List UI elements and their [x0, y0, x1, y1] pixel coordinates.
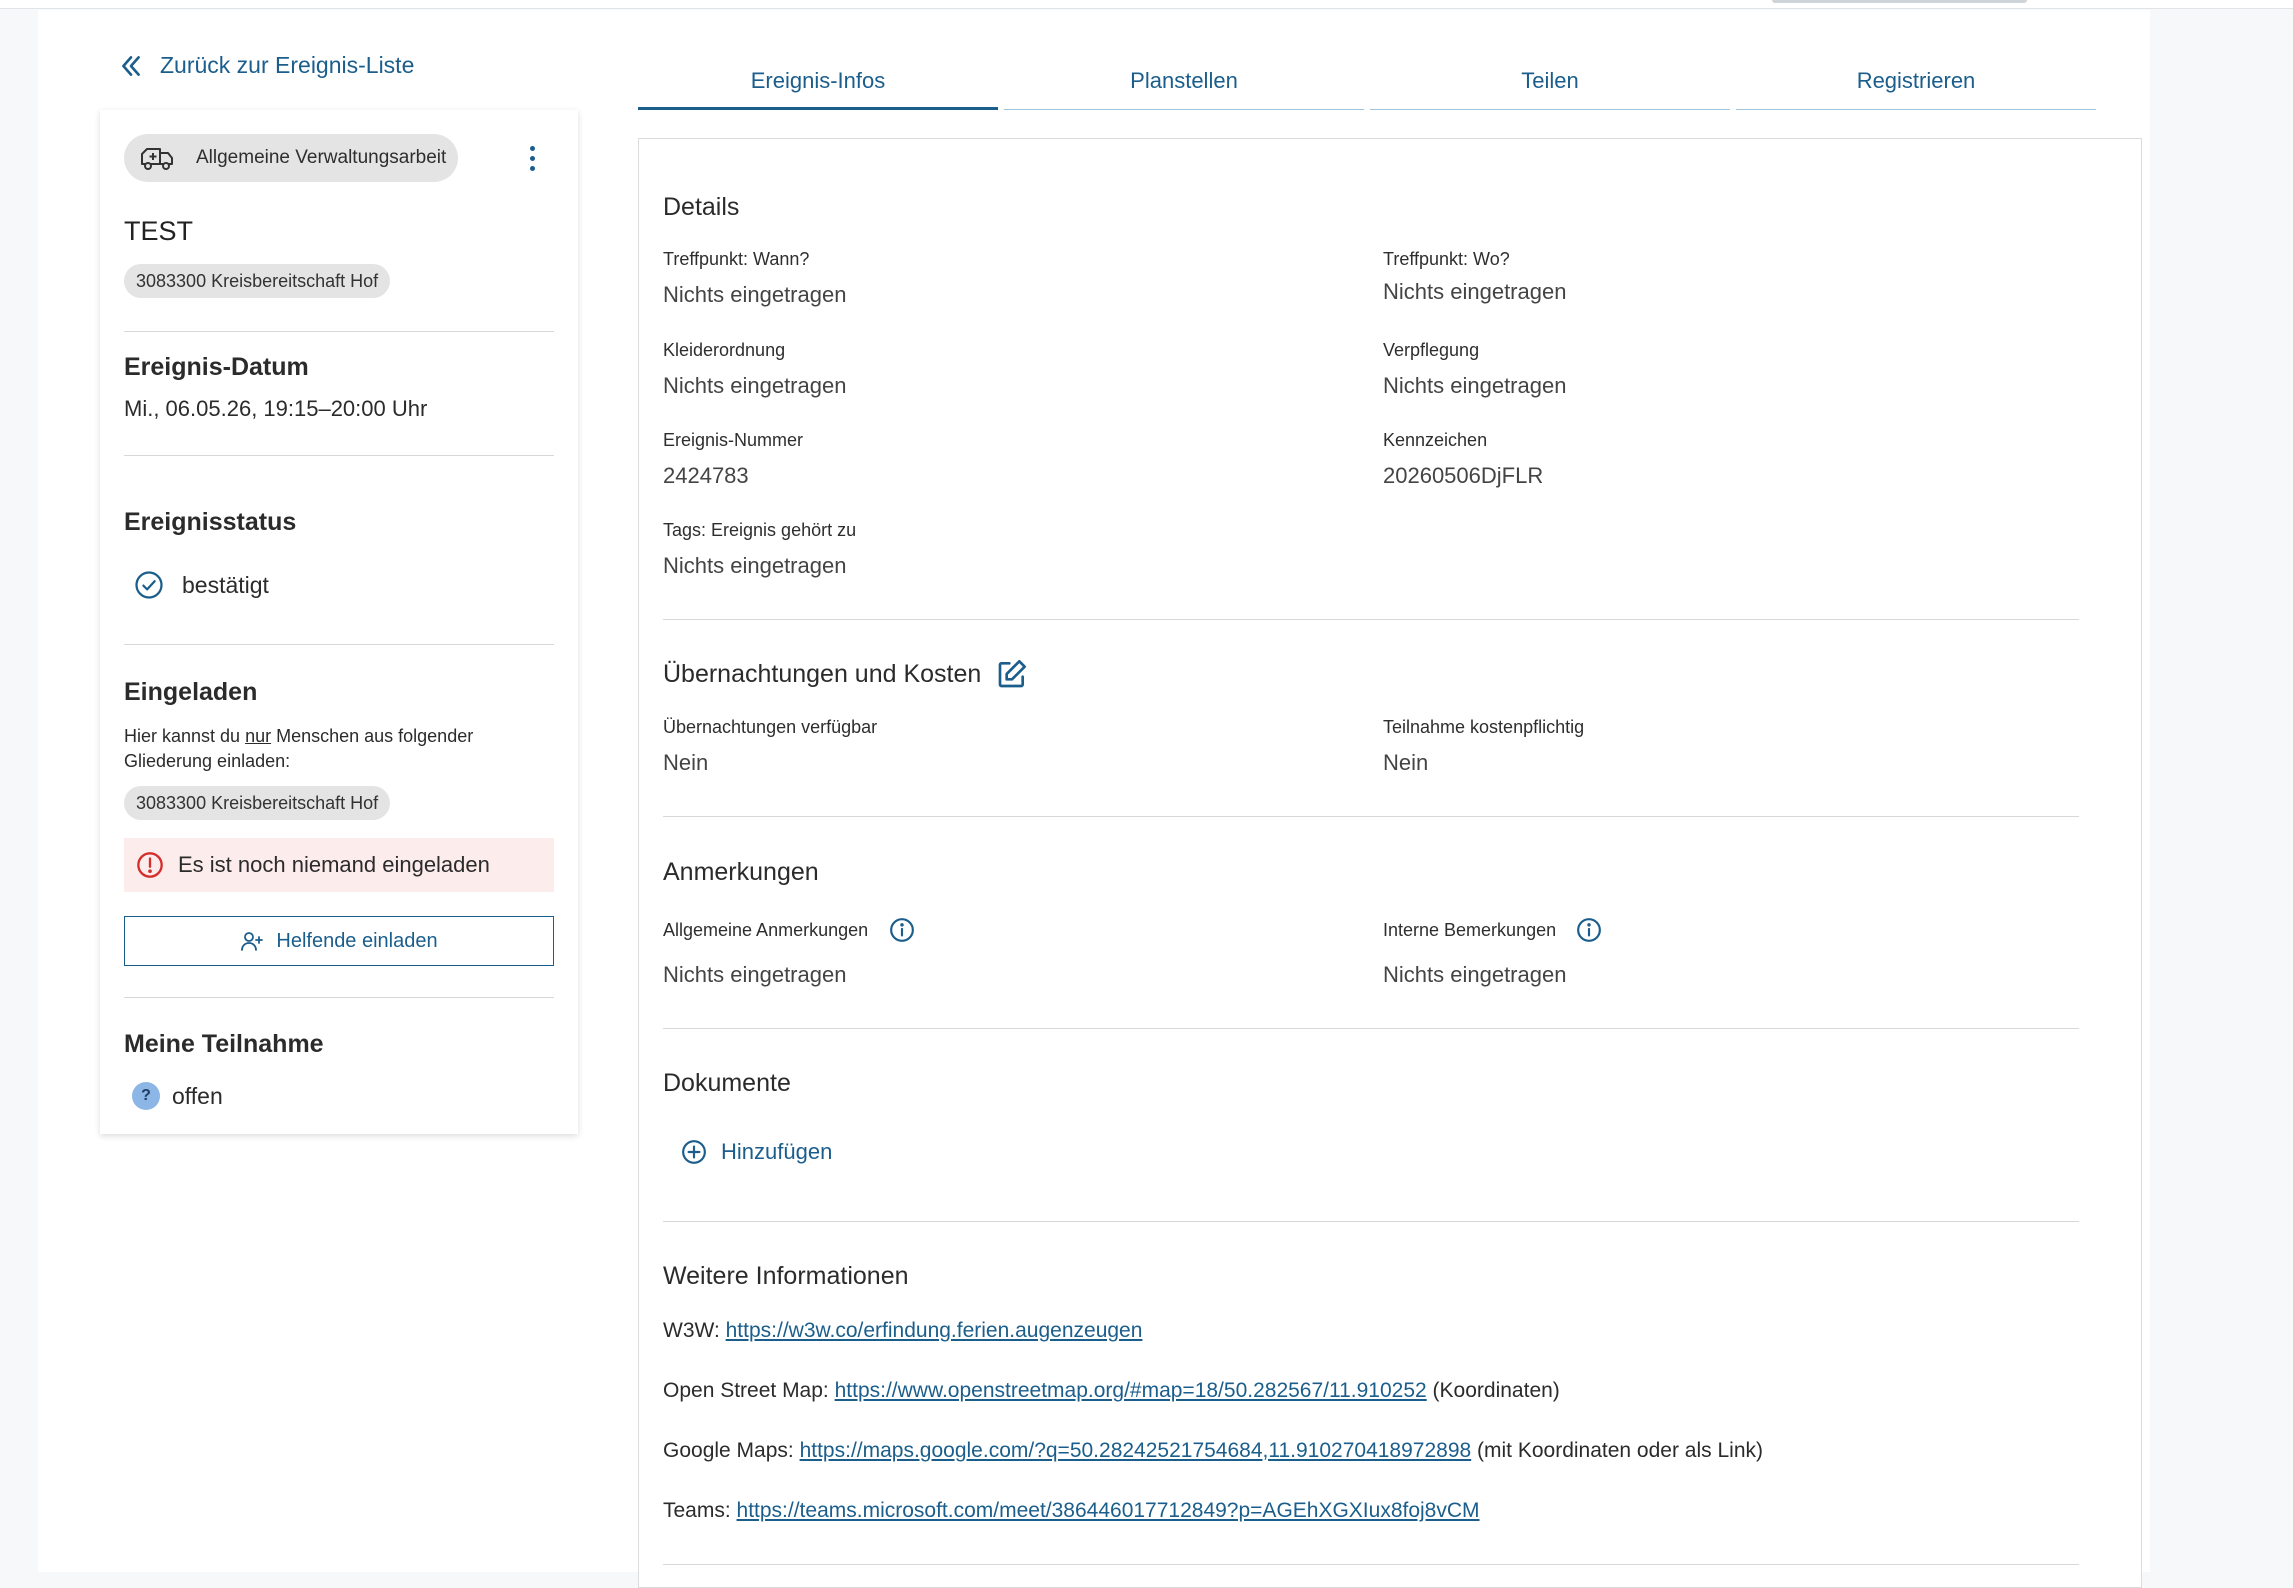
more-info-heading: Weitere Informationen	[663, 1262, 909, 1290]
field-value: Nein	[1383, 750, 1429, 775]
tab-event-info[interactable]: Ereignis-Infos	[638, 60, 998, 110]
google-maps-link[interactable]: https://maps.google.com/?q=50.2824252175…	[800, 1439, 1472, 1462]
osm-link[interactable]: https://www.openstreetmap.org/#map=18/50…	[835, 1379, 1427, 1402]
invite-hint: Hier kannst du nur Menschen aus folgende…	[124, 726, 474, 771]
kebab-menu-icon[interactable]	[520, 140, 544, 176]
field-value: Nein	[663, 750, 709, 775]
ambulance-icon	[141, 148, 173, 170]
info-line-w3w: W3W: https://w3w.co/erfindung.ferien.aug…	[663, 1319, 1143, 1342]
invite-organization-badge: 3083300 Kreisbereitschaft Hof	[124, 786, 391, 820]
top-bar	[0, 0, 2293, 9]
field-value: Nichts eingetragen	[1383, 279, 1567, 304]
field-value: Nichts eingetragen	[1383, 373, 1567, 398]
info-line-google-maps: Google Maps: https://maps.google.com/?q=…	[663, 1439, 1763, 1462]
alert-text: Es ist noch niemand eingeladen	[178, 852, 490, 877]
event-title: TEST	[124, 216, 194, 246]
field-label: Kennzeichen	[1383, 430, 1488, 450]
back-to-list-link[interactable]: Zurück zur Ereignis-Liste	[118, 52, 414, 79]
field-value: Nichts eingetragen	[663, 962, 847, 987]
field-label: Kleiderordnung	[663, 340, 786, 360]
field-label: Treffpunkt: Wann?	[663, 249, 810, 269]
back-link-label: Zurück zur Ereignis-Liste	[160, 52, 415, 78]
page: Zurück zur Ereignis-Liste Allgemeine Ver…	[38, 10, 2150, 1588]
info-icon[interactable]	[889, 917, 915, 943]
field-value: Nichts eingetragen	[663, 282, 847, 307]
field-value: 2424783	[663, 463, 749, 488]
field-value: Nichts eingetragen	[663, 553, 847, 578]
stays-costs-heading: Übernachtungen und Kosten	[663, 660, 982, 688]
divider	[663, 816, 2079, 817]
divider	[124, 997, 554, 998]
check-circle-icon	[135, 571, 163, 599]
documents-heading: Dokumente	[663, 1069, 791, 1097]
invite-helpers-button[interactable]: Helfende einladen	[124, 916, 554, 966]
info-line-osm: Open Street Map: https://www.openstreetm…	[663, 1379, 1560, 1402]
divider	[663, 1221, 2079, 1222]
plus-circle-icon	[682, 1140, 706, 1164]
event-status: bestätigt	[134, 570, 269, 600]
info-icon[interactable]	[1576, 917, 1602, 943]
tab-share[interactable]: Teilen	[1370, 60, 1730, 110]
details-heading: Details	[663, 193, 740, 221]
question-badge-icon: ?	[132, 1082, 160, 1110]
invite-button-label: Helfende einladen	[276, 929, 438, 952]
field-label: Übernachtungen verfügbar	[663, 717, 878, 737]
field-value: Nichts eingetragen	[1383, 962, 1567, 987]
event-type-label: Allgemeine Verwaltungsarbeit	[196, 147, 447, 168]
event-type-chip: Allgemeine Verwaltungsarbeit	[124, 134, 458, 182]
organization-badge: 3083300 Kreisbereitschaft Hof	[124, 264, 391, 298]
top-bar-indicator	[1772, 0, 2027, 3]
divider	[124, 331, 554, 332]
person-add-icon	[241, 932, 264, 951]
event-status-heading: Ereignisstatus	[124, 508, 297, 536]
divider	[663, 1564, 2079, 1565]
field-label: Verpflegung	[1383, 340, 1480, 360]
participation-value: offen	[172, 1082, 223, 1109]
invited-heading: Eingeladen	[124, 678, 258, 706]
no-invites-alert: Es ist noch niemand eingeladen	[124, 838, 554, 892]
event-summary-card: Allgemeine Verwaltungsarbeit TEST 308330…	[100, 110, 578, 1134]
field-label: Tags: Ereignis gehört zu	[663, 520, 857, 540]
field-label: Allgemeine Anmerkungen	[663, 920, 869, 940]
tab-bar: Ereignis-Infos Planstellen Teilen Regist…	[638, 60, 2104, 110]
field-label: Treffpunkt: Wo?	[1383, 249, 1510, 269]
alert-circle-icon	[137, 852, 163, 878]
divider	[663, 1028, 2079, 1029]
event-date-value: Mi., 06.05.26, 19:15–20:00 Uhr	[124, 396, 428, 421]
event-date-heading: Ereignis-Datum	[124, 353, 309, 381]
field-label: Ereignis-Nummer	[663, 430, 804, 450]
add-document-button[interactable]: Hinzufügen	[681, 1139, 832, 1165]
event-info-panel: Details Treffpunkt: Wann? Nichts eingetr…	[638, 138, 2142, 1588]
add-document-label: Hinzufügen	[721, 1139, 833, 1164]
my-participation: ? offen	[132, 1082, 223, 1110]
teams-link[interactable]: https://teams.microsoft.com/meet/3864460…	[737, 1499, 1480, 1522]
divider	[124, 644, 554, 645]
w3w-link[interactable]: https://w3w.co/erfindung.ferien.augenzeu…	[726, 1319, 1143, 1342]
field-value: 20260506DjFLR	[1383, 463, 1544, 488]
double-chevron-left-icon	[122, 55, 140, 76]
field-label: Teilnahme kostenpflichtig	[1383, 717, 1585, 737]
divider	[124, 455, 554, 456]
my-participation-heading: Meine Teilnahme	[124, 1030, 324, 1058]
tab-register[interactable]: Registrieren	[1736, 60, 2096, 110]
field-value: Nichts eingetragen	[663, 373, 847, 398]
edit-icon[interactable]	[996, 658, 1028, 690]
field-label: Interne Bemerkungen	[1383, 920, 1557, 940]
event-status-value: bestätigt	[182, 571, 269, 598]
tab-positions[interactable]: Planstellen	[1004, 60, 1364, 110]
divider	[663, 619, 2079, 620]
remarks-heading: Anmerkungen	[663, 858, 819, 886]
info-line-teams: Teams: https://teams.microsoft.com/meet/…	[663, 1499, 1480, 1522]
